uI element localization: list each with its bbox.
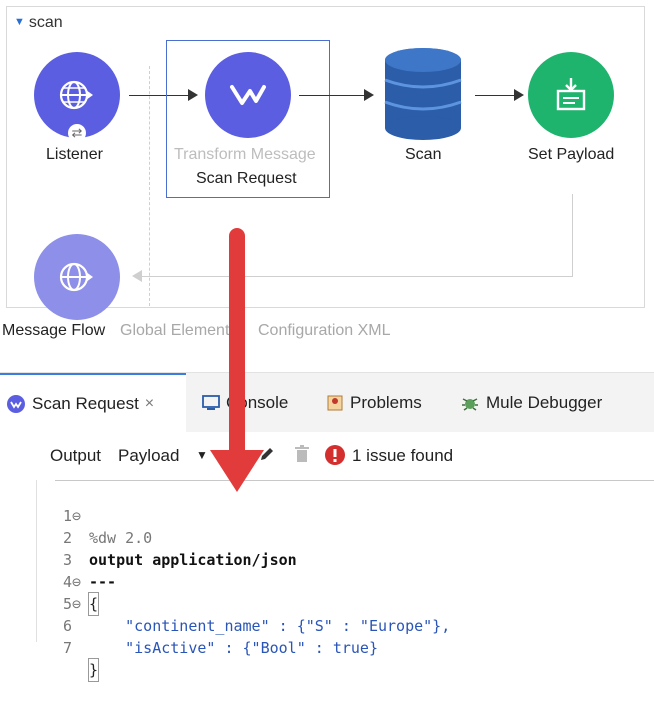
chevron-down-icon[interactable]: ▼ <box>196 448 208 462</box>
set-payload-icon <box>556 78 586 111</box>
flow-arrow <box>475 95 515 96</box>
trash-icon[interactable] <box>294 445 310 468</box>
code-line: 5⊖ "continent_name" : {"S" : "Europe"}, <box>55 571 450 635</box>
scan-node[interactable] <box>381 46 465 142</box>
tab-mule-debugger[interactable]: Mule Debugger <box>460 387 602 419</box>
tab-problems-label: Problems <box>350 393 422 412</box>
tab-console[interactable]: Console <box>202 387 288 419</box>
flow-arrow <box>299 95 365 96</box>
flow-arrow-head <box>514 89 524 101</box>
problems-icon <box>326 394 344 412</box>
code-line: 2 output application/json <box>55 505 297 569</box>
set-payload-label: Set Payload <box>528 146 615 163</box>
output-target-select[interactable]: Payload <box>118 446 179 466</box>
panel-tab-bar: Scan Request × Console Problems Mule Deb… <box>0 372 654 433</box>
return-arrow-head <box>132 270 142 282</box>
code-text: %dw 2.0 <box>89 529 153 547</box>
debugger-icon <box>460 393 480 413</box>
code-line: 6 "isActive" : {"Bool" : true} <box>55 593 378 657</box>
tab-problems[interactable]: Problems <box>326 387 422 419</box>
code-text: "continent_name" : {"S" : "Europe"}, <box>89 617 451 635</box>
code-line: 1⊖ %dw 2.0 <box>55 483 152 547</box>
database-icon <box>384 48 462 140</box>
close-icon[interactable]: × <box>145 395 154 413</box>
view-tabs: Message Flow Global Elements Configurati… <box>0 318 654 346</box>
code-text: --- <box>89 573 117 591</box>
tab-scan-request[interactable]: Scan Request × <box>0 373 186 433</box>
tab-configuration-xml[interactable]: Configuration XML <box>258 322 391 340</box>
error-icon <box>324 444 346 471</box>
dataweave-icon <box>6 394 26 414</box>
code-text: output application/json <box>89 551 297 569</box>
set-payload-node[interactable] <box>528 52 614 138</box>
transform-message-type-label: Transform Message <box>174 146 316 163</box>
panel-left-gutter <box>0 432 37 642</box>
collapse-triangle-icon[interactable]: ▼ <box>14 16 25 28</box>
editor-toolbar: Output Payload ▼ 1 issue found <box>36 432 654 480</box>
transform-message-node[interactable] <box>205 52 291 138</box>
code-text: } <box>87 658 100 682</box>
globe-icon <box>59 80 93 110</box>
return-path-line <box>140 276 573 277</box>
annotation-arrow <box>229 228 245 466</box>
globe-icon <box>59 262 93 292</box>
console-icon <box>202 395 220 411</box>
output-label: Output <box>50 446 102 465</box>
return-path-line <box>572 194 573 276</box>
dataweave-icon <box>230 85 266 105</box>
code-line: 3 --- <box>55 527 116 591</box>
flow-header[interactable]: ▼ scan <box>14 14 63 32</box>
code-line: 4⊖ { <box>55 549 100 616</box>
annotation-arrow-head <box>210 450 264 492</box>
flow-canvas: ▼ scan ⇄ Listener Transform Message Scan … <box>0 0 654 320</box>
sync-icon: ⇄ <box>68 124 86 142</box>
scan-label: Scan <box>405 146 442 163</box>
tab-global-elements[interactable]: Global Elements <box>120 322 237 340</box>
listener-label: Listener <box>46 146 103 163</box>
flow-arrow-head <box>364 89 374 101</box>
code-text: "isActive" : {"Bool" : true} <box>89 639 378 657</box>
scan-request-label: Scan Request <box>196 170 297 187</box>
tab-scan-request-label: Scan Request <box>32 394 139 413</box>
code-line: 7 } <box>55 615 100 682</box>
source-divider <box>149 66 150 306</box>
line-number: 7 <box>63 639 73 657</box>
tab-mule-debugger-label: Mule Debugger <box>486 393 603 412</box>
flow-name: scan <box>28 14 63 31</box>
issues-status[interactable]: 1 issue found <box>352 446 453 466</box>
tab-message-flow[interactable]: Message Flow <box>2 322 105 340</box>
dataweave-editor[interactable]: 1⊖ %dw 2.0 2 output application/json 3 -… <box>55 480 654 682</box>
response-listener-node[interactable] <box>34 234 120 320</box>
